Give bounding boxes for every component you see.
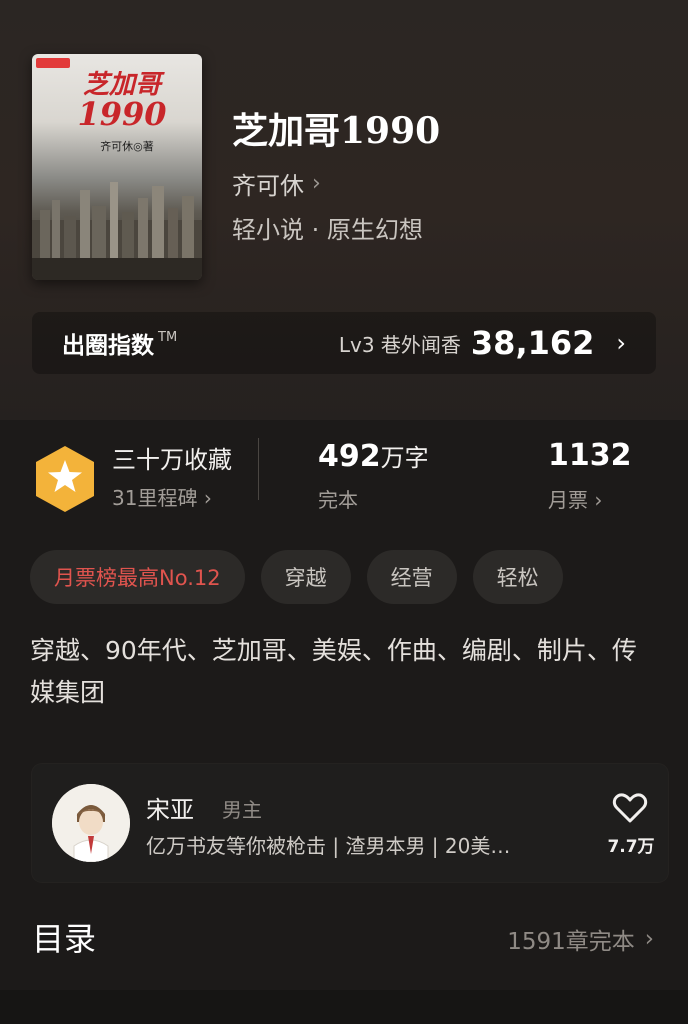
stats-divider (258, 438, 259, 500)
book-genre: 轻小说 · 原生幻想 (232, 216, 423, 244)
book-status: 完本 (318, 488, 358, 512)
tag-qingsong[interactable]: 轻松 (472, 550, 563, 604)
character-card[interactable]: 宋亚 男主 亿万书友等你被枪击 | 渣男本男 | 20美… 7.7万 (32, 764, 668, 882)
word-count-number: 492 (318, 439, 381, 474)
monthly-votes-label: 月票 (548, 488, 588, 512)
toc-link[interactable]: 1591章完本 › (507, 922, 654, 956)
monthly-votes-count: 1132 (548, 438, 632, 473)
author-link[interactable]: 齐可休 › (232, 166, 321, 201)
like-count: 7.7万 (607, 837, 655, 857)
character-name: 宋亚 (146, 796, 194, 824)
monthly-votes-link[interactable]: 月票 › (548, 484, 602, 513)
publisher-logo (36, 58, 70, 68)
star-medal-icon (36, 446, 94, 512)
tag-list: 月票榜最高No.12 穿越 经营 轻松 (30, 550, 563, 604)
heart-outline-icon[interactable] (612, 792, 648, 824)
word-count: 492万字 (318, 438, 429, 474)
chevron-right-icon: › (616, 329, 626, 357)
book-keywords: 穿越、90年代、芝加哥、美娱、作曲、编剧、制片、传媒集团 (30, 636, 637, 707)
tag-chuanyue[interactable]: 穿越 (260, 550, 351, 604)
milestones-link[interactable]: 31里程碑 › (112, 482, 212, 511)
word-count-unit: 万字 (380, 444, 429, 472)
bottom-bar (0, 990, 688, 1024)
favorites-title: 三十万收藏 (112, 446, 232, 474)
book-cover[interactable]: 芝加哥 1990 齐可休◎著 (32, 54, 202, 280)
trademark-mark: TM (158, 329, 178, 345)
character-type: 男主 (222, 798, 262, 822)
tag-jingying[interactable]: 经营 (366, 550, 457, 604)
chevron-right-icon: › (312, 171, 321, 196)
book-title: 芝加哥1990 (232, 110, 441, 152)
cover-cityscape-illustration (32, 182, 202, 280)
author-name: 齐可休 (232, 172, 304, 200)
index-level: Lv3 巷外闻香 (338, 332, 461, 357)
toc-title[interactable]: 目录 (32, 914, 96, 960)
index-label: 出圈指数 (62, 333, 154, 359)
chapter-count: 1591章完本 (507, 929, 635, 955)
cover-year: 1990 (77, 95, 167, 133)
book-stats: 三十万收藏 31里程碑 › 492万字 完本 1132 月票 › (32, 436, 656, 520)
character-summary: 亿万书友等你被枪击 | 渣男本男 | 20美… (146, 834, 511, 858)
tag-rank[interactable]: 月票榜最高No.12 (30, 550, 245, 604)
chevron-right-icon: › (644, 926, 654, 952)
chevron-right-icon: › (203, 486, 212, 510)
index-score: 38,162 (470, 324, 595, 362)
cover-author: 齐可休◎著 (100, 140, 154, 153)
chevron-right-icon: › (594, 488, 603, 512)
milestones-label: 31里程碑 (112, 486, 198, 510)
character-avatar (52, 784, 130, 862)
popularity-index-bar[interactable]: 出圈指数 TM Lv3 巷外闻香 38,162 › (32, 312, 656, 374)
